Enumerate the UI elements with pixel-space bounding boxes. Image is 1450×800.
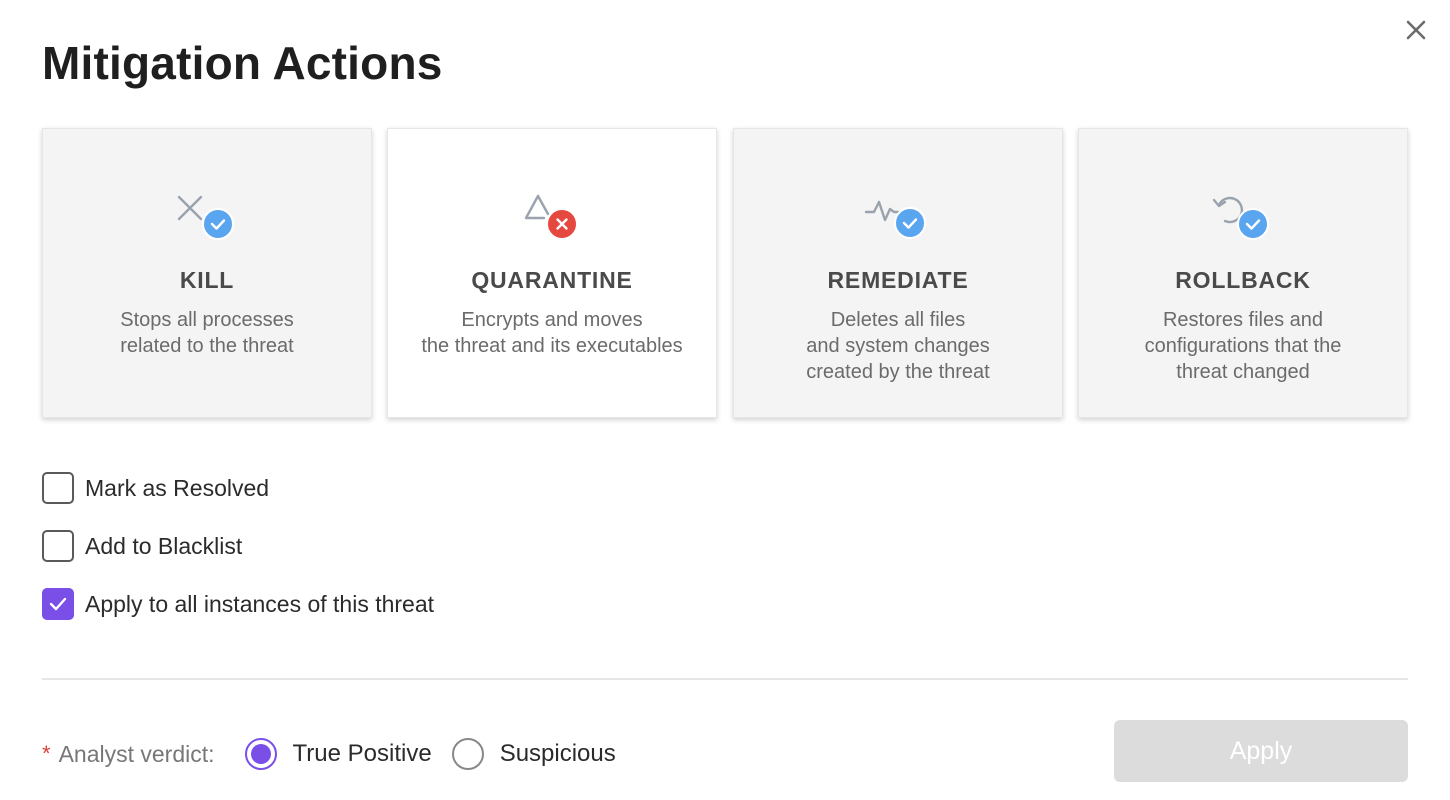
true-positive-radio[interactable]	[244, 738, 277, 770]
action-card-description: Stops all processes related to the threa…	[120, 309, 294, 357]
add-blacklist-label[interactable]: Add to Blacklist	[85, 533, 242, 560]
action-card-description: Encrypts and moves the threat and its ex…	[421, 309, 683, 357]
apply-button[interactable]: Apply	[1114, 720, 1408, 782]
kill-x-icon	[167, 187, 247, 247]
required-asterisk: *	[42, 741, 51, 766]
action-card-description: Restores files and configurations that t…	[1144, 309, 1342, 383]
verdict-label: Analyst verdict:	[58, 740, 215, 767]
action-card-quarantine[interactable]: QUARANTINE Encrypts and moves the threat…	[387, 128, 717, 418]
action-card-title: ROLLBACK	[1175, 267, 1311, 293]
radio-selected-dot	[250, 744, 271, 764]
checkmark-icon	[49, 597, 67, 611]
divider	[42, 678, 1408, 680]
suspicious-label[interactable]: Suspicious	[500, 740, 616, 768]
mark-resolved-label[interactable]: Mark as Resolved	[85, 475, 269, 502]
action-cards: KILL Stops all processes related to the …	[42, 128, 1408, 418]
true-positive-label[interactable]: True Positive	[293, 740, 432, 768]
option-checkboxes: Mark as Resolved Add to Blacklist Apply …	[42, 472, 434, 646]
close-icon[interactable]	[1402, 16, 1430, 44]
apply-all-instances-option[interactable]: Apply to all instances of this threat	[42, 588, 434, 620]
suspicious-radio[interactable]	[451, 738, 484, 770]
analyst-verdict: * Analyst verdict: True Positive Suspici…	[42, 734, 636, 774]
action-card-title: REMEDIATE	[827, 267, 969, 293]
apply-all-instances-checkbox[interactable]	[42, 588, 74, 620]
action-card-title: KILL	[179, 267, 235, 293]
dialog-title: Mitigation Actions	[42, 37, 443, 89]
action-card-rollback[interactable]: ROLLBACK Restores files and configuratio…	[1078, 128, 1408, 418]
quarantine-triangle-icon	[512, 187, 592, 247]
apply-all-instances-label[interactable]: Apply to all instances of this threat	[85, 591, 434, 618]
action-card-description: Deletes all files and system changes cre…	[806, 309, 990, 383]
action-card-remediate[interactable]: REMEDIATE Deletes all files and system c…	[733, 128, 1063, 418]
mark-resolved-option[interactable]: Mark as Resolved	[42, 472, 434, 504]
remediate-pulse-icon	[858, 187, 938, 247]
mark-resolved-checkbox[interactable]	[42, 472, 74, 504]
add-blacklist-checkbox[interactable]	[42, 530, 74, 562]
add-blacklist-option[interactable]: Add to Blacklist	[42, 530, 434, 562]
rollback-arrow-icon	[1203, 187, 1283, 247]
action-card-title: QUARANTINE	[471, 267, 633, 293]
action-card-kill[interactable]: KILL Stops all processes related to the …	[42, 128, 372, 418]
